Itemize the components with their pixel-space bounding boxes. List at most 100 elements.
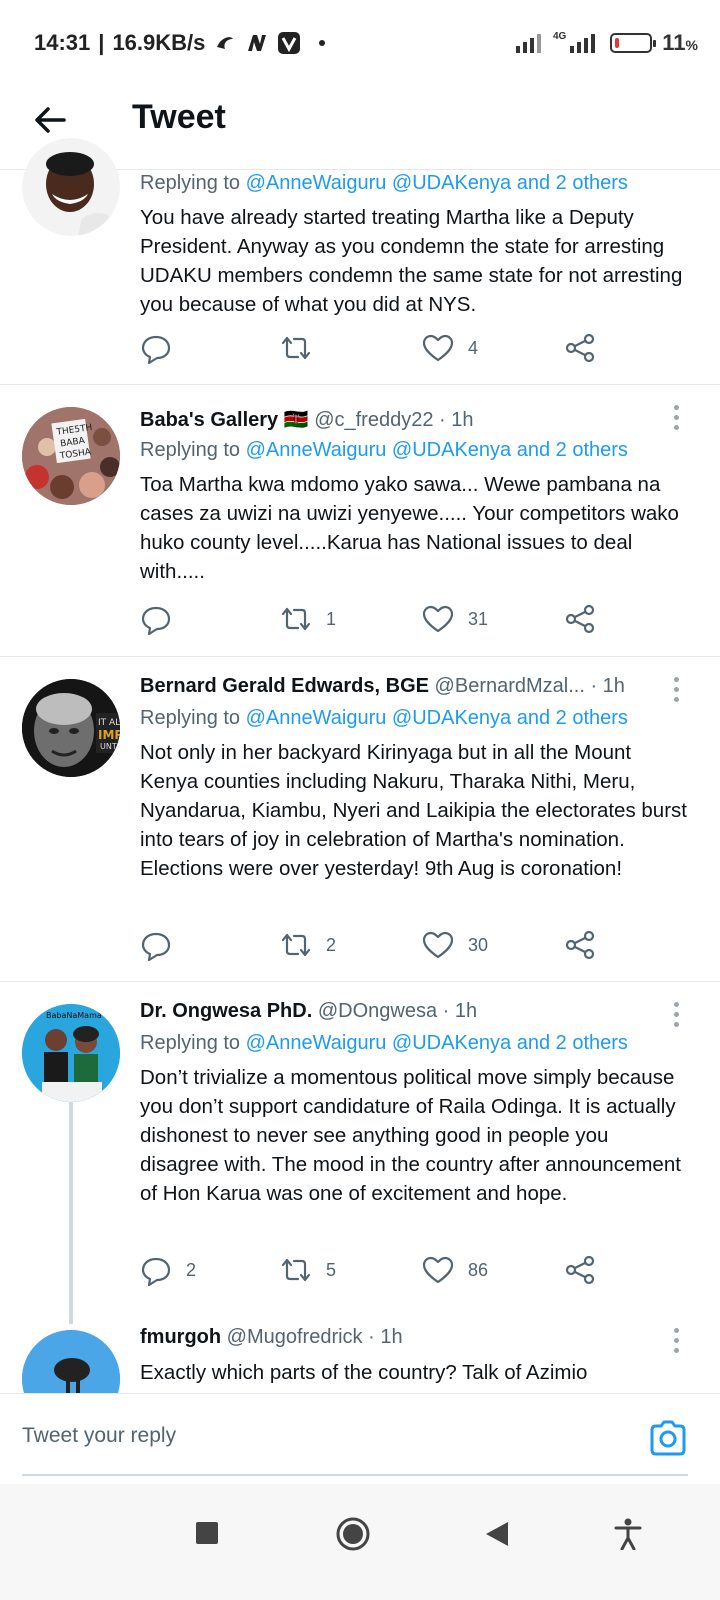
network-type: 4G — [552, 31, 567, 42]
back-triangle-nav-icon[interactable] — [484, 1520, 510, 1548]
tweet-time: · 1h — [442, 1000, 478, 1022]
share-icon — [565, 930, 595, 960]
like-button[interactable]: 86 — [422, 1254, 488, 1286]
tweet-actions: 1 31 — [140, 603, 610, 639]
tweet-content: Dr. Ongwesa PhD. @DOngwesa · 1h Replying… — [140, 1000, 690, 1208]
tweet-item[interactable]: IT AL IMP UNT Bernard Gerald Edwards, BG… — [0, 657, 720, 982]
tweet-text: Don’t trivialize a momentous political m… — [140, 1066, 681, 1205]
battery-percent: 11 — [662, 30, 686, 55]
author-handle[interactable]: @Mugofredrick — [227, 1326, 363, 1348]
share-icon — [565, 333, 595, 363]
like-icon — [422, 605, 454, 633]
tweet-actions: 2 30 — [140, 929, 610, 965]
more-icon[interactable] — [674, 677, 682, 705]
retweet-button[interactable]: 5 — [280, 1254, 336, 1286]
tweet-author-line: Dr. Ongwesa PhD. @DOngwesa · 1h — [140, 1000, 690, 1030]
tweet-author-line: Baba's Gallery 🇰🇪 @c_freddy22 · 1h — [140, 407, 690, 437]
avatar[interactable]: THE5TH BABA TOSHA — [22, 407, 120, 505]
retweet-icon — [281, 607, 311, 631]
share-icon — [565, 604, 595, 634]
author-name[interactable]: fmurgoh — [140, 1326, 221, 1348]
retweet-button[interactable]: 2 — [280, 929, 336, 961]
tweet-actions: 2 5 86 — [140, 1254, 610, 1290]
author-handle[interactable]: @BernardMzal... — [435, 675, 585, 697]
tweet-time: · 1h — [590, 675, 625, 697]
v-notification-icon — [278, 32, 301, 54]
mentions-link[interactable]: @AnneWaiguru @UDAKenya and 2 others — [246, 439, 628, 461]
author-name[interactable]: Dr. Ongwesa PhD. — [140, 1000, 312, 1022]
more-icon[interactable] — [674, 1002, 682, 1030]
tweet-author-line: fmurgoh @Mugofredrick · 1h — [140, 1326, 690, 1356]
status-bar: 14:31 | 16.9KB/s 4G 11% — [0, 0, 720, 86]
tweet-content: fmurgoh @Mugofredrick · 1h Exactly which… — [140, 1326, 690, 1387]
n-notification-icon — [248, 35, 267, 51]
tweet-item[interactable]: BabaNaMama Dr. Ongwesa PhD. @DOngwesa · … — [0, 982, 720, 1428]
share-button[interactable] — [564, 603, 596, 635]
tweet-time: · 1h — [439, 409, 474, 431]
reply-button[interactable] — [140, 332, 186, 364]
replying-to: Replying to @AnneWaiguru @UDAKenya and 2… — [140, 172, 628, 194]
home-circle-nav-icon[interactable] — [336, 1517, 370, 1551]
svg-text:IT AL: IT AL — [98, 718, 120, 728]
svg-text:UNT: UNT — [100, 742, 117, 751]
page-title: Tweet — [132, 98, 226, 136]
avatar-image — [22, 138, 120, 236]
mentions-link[interactable]: @AnneWaiguru @UDAKenya and 2 others — [246, 172, 628, 194]
mentions-link[interactable]: @AnneWaiguru @UDAKenya and 2 others — [246, 1032, 628, 1054]
avatar-image: IT AL IMP UNT — [22, 679, 120, 777]
more-icon[interactable] — [674, 405, 682, 433]
like-button[interactable]: 4 — [422, 332, 478, 364]
tweet-content: Replying to @AnneWaiguru @UDAKenya and 2… — [140, 170, 690, 319]
tweet-author-line: Bernard Gerald Edwards, BGE @BernardMzal… — [140, 675, 690, 705]
share-button[interactable] — [564, 929, 596, 961]
reply-button[interactable] — [140, 929, 186, 961]
status-right: 4G 11% — [515, 30, 698, 56]
avatar[interactable]: IT AL IMP UNT — [22, 679, 120, 777]
thread-connector — [69, 1102, 73, 1324]
like-icon — [422, 1256, 454, 1284]
avatar[interactable]: BabaNaMama — [22, 1004, 120, 1102]
more-icon[interactable] — [674, 1328, 682, 1356]
reply-icon — [141, 1257, 171, 1286]
signal-icon — [515, 34, 541, 53]
like-icon — [422, 334, 454, 362]
avatar[interactable] — [22, 138, 120, 236]
battery-level — [615, 38, 620, 48]
replying-to: Replying to @AnneWaiguru @UDAKenya and 2… — [140, 1032, 628, 1054]
reply-underline — [22, 1474, 688, 1476]
camera-icon[interactable] — [648, 1418, 688, 1458]
tweet-text: Toa Martha kwa mdomo yako sawa... Wewe p… — [140, 473, 679, 583]
author-handle[interactable]: @c_freddy22 — [314, 409, 433, 431]
replying-to: Replying to @AnneWaiguru @UDAKenya and 2… — [140, 439, 628, 461]
mentions-link[interactable]: @AnneWaiguru @UDAKenya and 2 others — [246, 707, 628, 729]
tweet-text: Not only in her backyard Kirinyaga but i… — [140, 741, 687, 880]
reply-button[interactable] — [140, 603, 186, 635]
retweet-button[interactable] — [280, 332, 326, 364]
share-button[interactable] — [564, 332, 596, 364]
retweet-icon — [281, 933, 311, 957]
reply-input[interactable]: Tweet your reply — [22, 1424, 176, 1448]
author-name[interactable]: Baba's Gallery 🇰🇪 — [140, 409, 309, 431]
reply-icon — [141, 335, 171, 364]
retweet-icon — [281, 336, 311, 360]
back-arrow-icon[interactable] — [30, 100, 70, 140]
system-nav-bar — [0, 1484, 720, 1600]
author-name[interactable]: Bernard Gerald Edwards, BGE — [140, 675, 429, 697]
tweet-text: You have already started treating Martha… — [140, 206, 683, 316]
like-button[interactable]: 30 — [422, 929, 488, 961]
like-icon — [422, 931, 454, 959]
notification-dot — [319, 40, 326, 46]
like-button[interactable]: 31 — [422, 603, 488, 635]
replying-to: Replying to @AnneWaiguru @UDAKenya and 2… — [140, 707, 628, 729]
square-nav-icon[interactable] — [196, 1522, 218, 1544]
reply-button[interactable]: 2 — [140, 1254, 196, 1286]
reply-icon — [141, 932, 171, 961]
avatar-image: THE5TH BABA TOSHA — [22, 407, 120, 505]
share-button[interactable] — [564, 1254, 596, 1286]
status-left: 14:31 | 16.9KB/s — [34, 30, 326, 56]
retweet-button[interactable]: 1 — [280, 603, 336, 635]
tweet-item[interactable]: THE5TH BABA TOSHA Baba's Gallery 🇰🇪 @c_f… — [0, 385, 720, 657]
accessibility-icon[interactable] — [614, 1518, 642, 1550]
tweet-item[interactable]: Replying to @AnneWaiguru @UDAKenya and 2… — [0, 138, 720, 385]
author-handle[interactable]: @DOngwesa — [318, 1000, 437, 1022]
